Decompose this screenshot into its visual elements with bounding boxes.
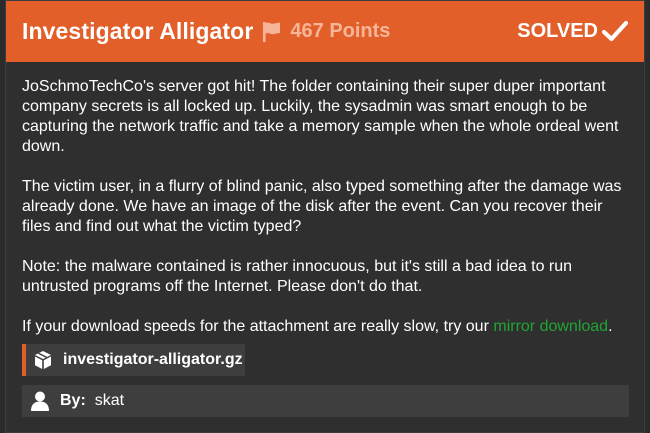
points-value: 467 Points (290, 20, 391, 42)
user-icon (31, 391, 49, 411)
attachment-filename[interactable]: investigator-alligator.gz (63, 351, 243, 369)
download-note: If your download speeds for the attachme… (22, 317, 632, 337)
check-icon (602, 20, 628, 42)
mirror-download-link[interactable]: mirror download (493, 318, 608, 335)
challenge-description: JoSchmoTechCo's server got hit! The fold… (22, 77, 632, 337)
author-name: skat (94, 392, 125, 409)
challenge-header: Investigator Alligator 467 Points SOLVED (6, 1, 644, 62)
flag-icon (263, 21, 281, 42)
description-paragraph: Note: the malware contained is rather in… (22, 258, 573, 295)
description-paragraph: JoSchmoTechCo's server got hit! The fold… (22, 78, 619, 155)
solved-status: SOLVED (517, 20, 598, 42)
download-note-suffix: . (608, 318, 613, 335)
challenge-title: Investigator Alligator (22, 18, 254, 44)
box-icon (35, 351, 51, 369)
description-paragraph: The victim user, in a flurry of blind pa… (22, 178, 622, 235)
author-label: By: (60, 392, 86, 409)
attachment-link[interactable]: investigator-alligator.gz (22, 344, 245, 376)
download-note-prefix: If your download speeds for the attachme… (22, 318, 494, 335)
author-bar: By: skat (22, 385, 629, 417)
challenge-card: Investigator Alligator 467 Points SOLVED… (5, 0, 645, 433)
